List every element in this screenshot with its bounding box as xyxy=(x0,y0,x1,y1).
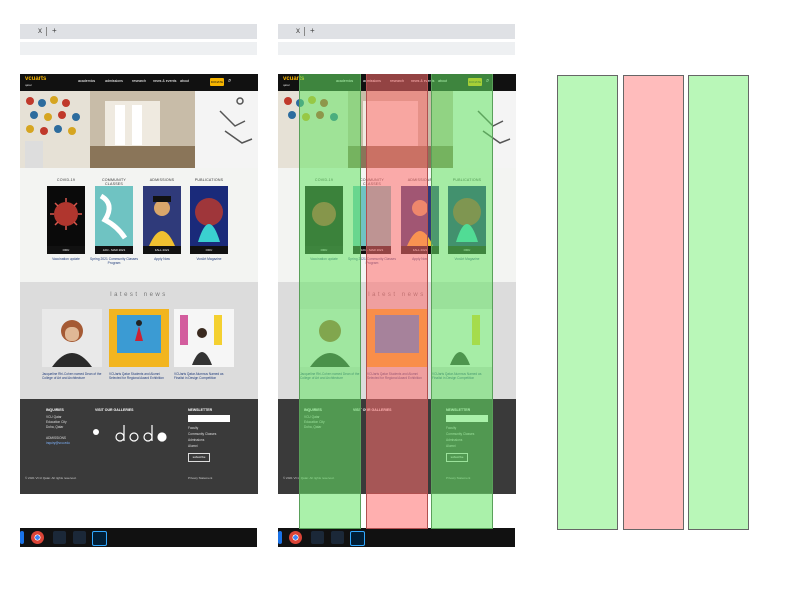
new-tab-icon[interactable]: + xyxy=(52,26,57,35)
virus-image xyxy=(50,198,82,230)
website-screenshot-left: vcuarts qatar academics admissions resear… xyxy=(20,74,258,494)
news-caption[interactable]: VCUarts Qatar Students and Alumni Select… xyxy=(109,372,169,381)
windows-start-icon[interactable] xyxy=(20,531,24,544)
column-swatch-right xyxy=(688,75,749,530)
steam-icon-2[interactable] xyxy=(73,531,86,544)
card-caption[interactable]: Apply Now xyxy=(138,257,186,261)
column-swatch-left xyxy=(557,75,618,530)
address-bar-2[interactable] xyxy=(278,42,515,55)
category-title-classes: COMMUNITY CLASSES xyxy=(102,178,126,186)
footer-newsletter-heading: NEWSLETTER xyxy=(188,408,213,412)
site-footer: INQUIRIES VCU Qatar Education City Doha,… xyxy=(20,399,258,494)
category-card-covid[interactable]: ODU xyxy=(47,186,85,254)
chrome-icon[interactable] xyxy=(31,531,44,544)
steam-icon[interactable] xyxy=(311,531,324,544)
site-logo[interactable]: vcuarts qatar xyxy=(25,76,46,88)
browser-tab-bar-2: x + xyxy=(278,24,515,39)
footer-email-link[interactable]: inquiry@vcu.edu xyxy=(46,441,70,445)
card-caption[interactable]: Spring 2021 Community Classes Program xyxy=(90,257,138,266)
tab-separator xyxy=(46,27,47,36)
grid-overlay-column-right xyxy=(431,74,493,494)
column-swatch-middle xyxy=(623,75,684,530)
privacy-link[interactable]: Privacy Statement xyxy=(188,476,212,480)
card-caption[interactable]: Vaccination update xyxy=(42,257,90,261)
admissions-image xyxy=(143,186,181,246)
chrome-icon[interactable] xyxy=(289,531,302,544)
tab-separator xyxy=(304,27,305,36)
category-card-publications[interactable]: ODU xyxy=(190,186,228,254)
footer-galleries-heading: VISIT OUR GALLERIES xyxy=(95,408,134,412)
footer-admissions-label: ADMISSIONS xyxy=(46,436,67,440)
card-badge: FALL 2021 xyxy=(143,246,181,254)
latest-news-section: latest news Jacqueline Rhi-Cohen named D… xyxy=(20,282,258,399)
news-caption[interactable]: VCUarts Qatar Alumnus Named as Finalist … xyxy=(174,372,234,381)
news-image-2[interactable] xyxy=(109,309,169,367)
news-image-1[interactable] xyxy=(42,309,102,367)
grid-overlay-column-left xyxy=(299,74,361,494)
category-card-classes[interactable]: JAN - MAR 2021 xyxy=(95,186,133,254)
search-icon[interactable]: ⌕ xyxy=(228,78,231,85)
overlay-column-left-extension xyxy=(299,493,361,529)
site-navbar: vcuartsqatar academics admissions resear… xyxy=(20,74,258,91)
newsletter-check-admissions[interactable]: Admissions xyxy=(188,438,204,442)
nav-news[interactable]: news & events xyxy=(153,79,176,83)
footer-address-line: Education City xyxy=(46,420,67,424)
website-screenshot-right: vcuartsqatar academics admissions resear… xyxy=(278,74,516,494)
steam-icon-2[interactable] xyxy=(331,531,344,544)
taskbar-left xyxy=(20,528,257,547)
newsletter-email-input[interactable] xyxy=(188,415,230,422)
footer-address-line: Doha, Qatar xyxy=(46,425,64,429)
nav-academics[interactable]: academics xyxy=(78,79,95,83)
category-title-admissions: ADMISSIONS xyxy=(149,178,175,182)
nav-admissions[interactable]: admissions xyxy=(105,79,123,83)
overlay-column-right-extension xyxy=(431,493,493,529)
photoshop-icon[interactable] xyxy=(350,531,365,546)
footer-inquiries-heading: INQUIRIES xyxy=(46,408,64,412)
address-bar[interactable] xyxy=(20,42,257,55)
nav-research[interactable]: research xyxy=(132,79,146,83)
card-caption[interactable]: VoxArt Magazine xyxy=(185,257,233,261)
newsletter-check-alumni[interactable]: Alumni xyxy=(188,444,198,448)
close-tab-icon[interactable]: x xyxy=(38,26,42,35)
category-title-publications: PUBLICATIONS xyxy=(194,178,224,182)
footer-address-line: VCU Qatar xyxy=(46,415,62,419)
newsletter-check-faculty[interactable]: Faculty xyxy=(188,426,198,430)
card-badge: ODU xyxy=(47,246,85,254)
windows-start-icon[interactable] xyxy=(278,531,282,544)
news-image-3[interactable] xyxy=(174,309,234,367)
category-card-admissions[interactable]: FALL 2021 xyxy=(143,186,181,254)
grid-overlay-column-middle xyxy=(366,74,428,494)
publication-image xyxy=(190,186,228,246)
card-badge: JAN - MAR 2021 xyxy=(95,246,133,254)
steam-icon[interactable] xyxy=(53,531,66,544)
news-caption[interactable]: Jacqueline Rhi-Cohen named Dean of the C… xyxy=(42,372,102,381)
photoshop-icon[interactable] xyxy=(92,531,107,546)
newsletter-check-classes[interactable]: Community Classes xyxy=(188,432,216,436)
category-title-covid: COVID-19 xyxy=(56,178,76,182)
copyright-text: © 2021 VCU Qatar. All rights reserved. xyxy=(25,476,77,480)
gallery-prev-arrow-icon[interactable] xyxy=(93,429,99,435)
card-badge: ODU xyxy=(190,246,228,254)
hero-photo xyxy=(20,91,258,168)
donate-button[interactable]: DONATE xyxy=(210,78,224,86)
nav-about[interactable]: about xyxy=(180,79,189,83)
new-tab-icon[interactable]: + xyxy=(310,26,315,35)
logo-subtext: qatar xyxy=(25,83,32,87)
browser-tab-bar: x + xyxy=(20,24,257,39)
gallery-logo[interactable] xyxy=(112,417,170,447)
hero-image xyxy=(20,91,258,168)
classes-image xyxy=(95,186,133,246)
overlay-column-middle-extension xyxy=(366,493,428,529)
news-heading: latest news xyxy=(110,292,168,298)
taskbar-right xyxy=(278,528,515,547)
subscribe-button[interactable]: subscribe xyxy=(188,453,210,462)
close-tab-icon[interactable]: x xyxy=(296,26,300,35)
